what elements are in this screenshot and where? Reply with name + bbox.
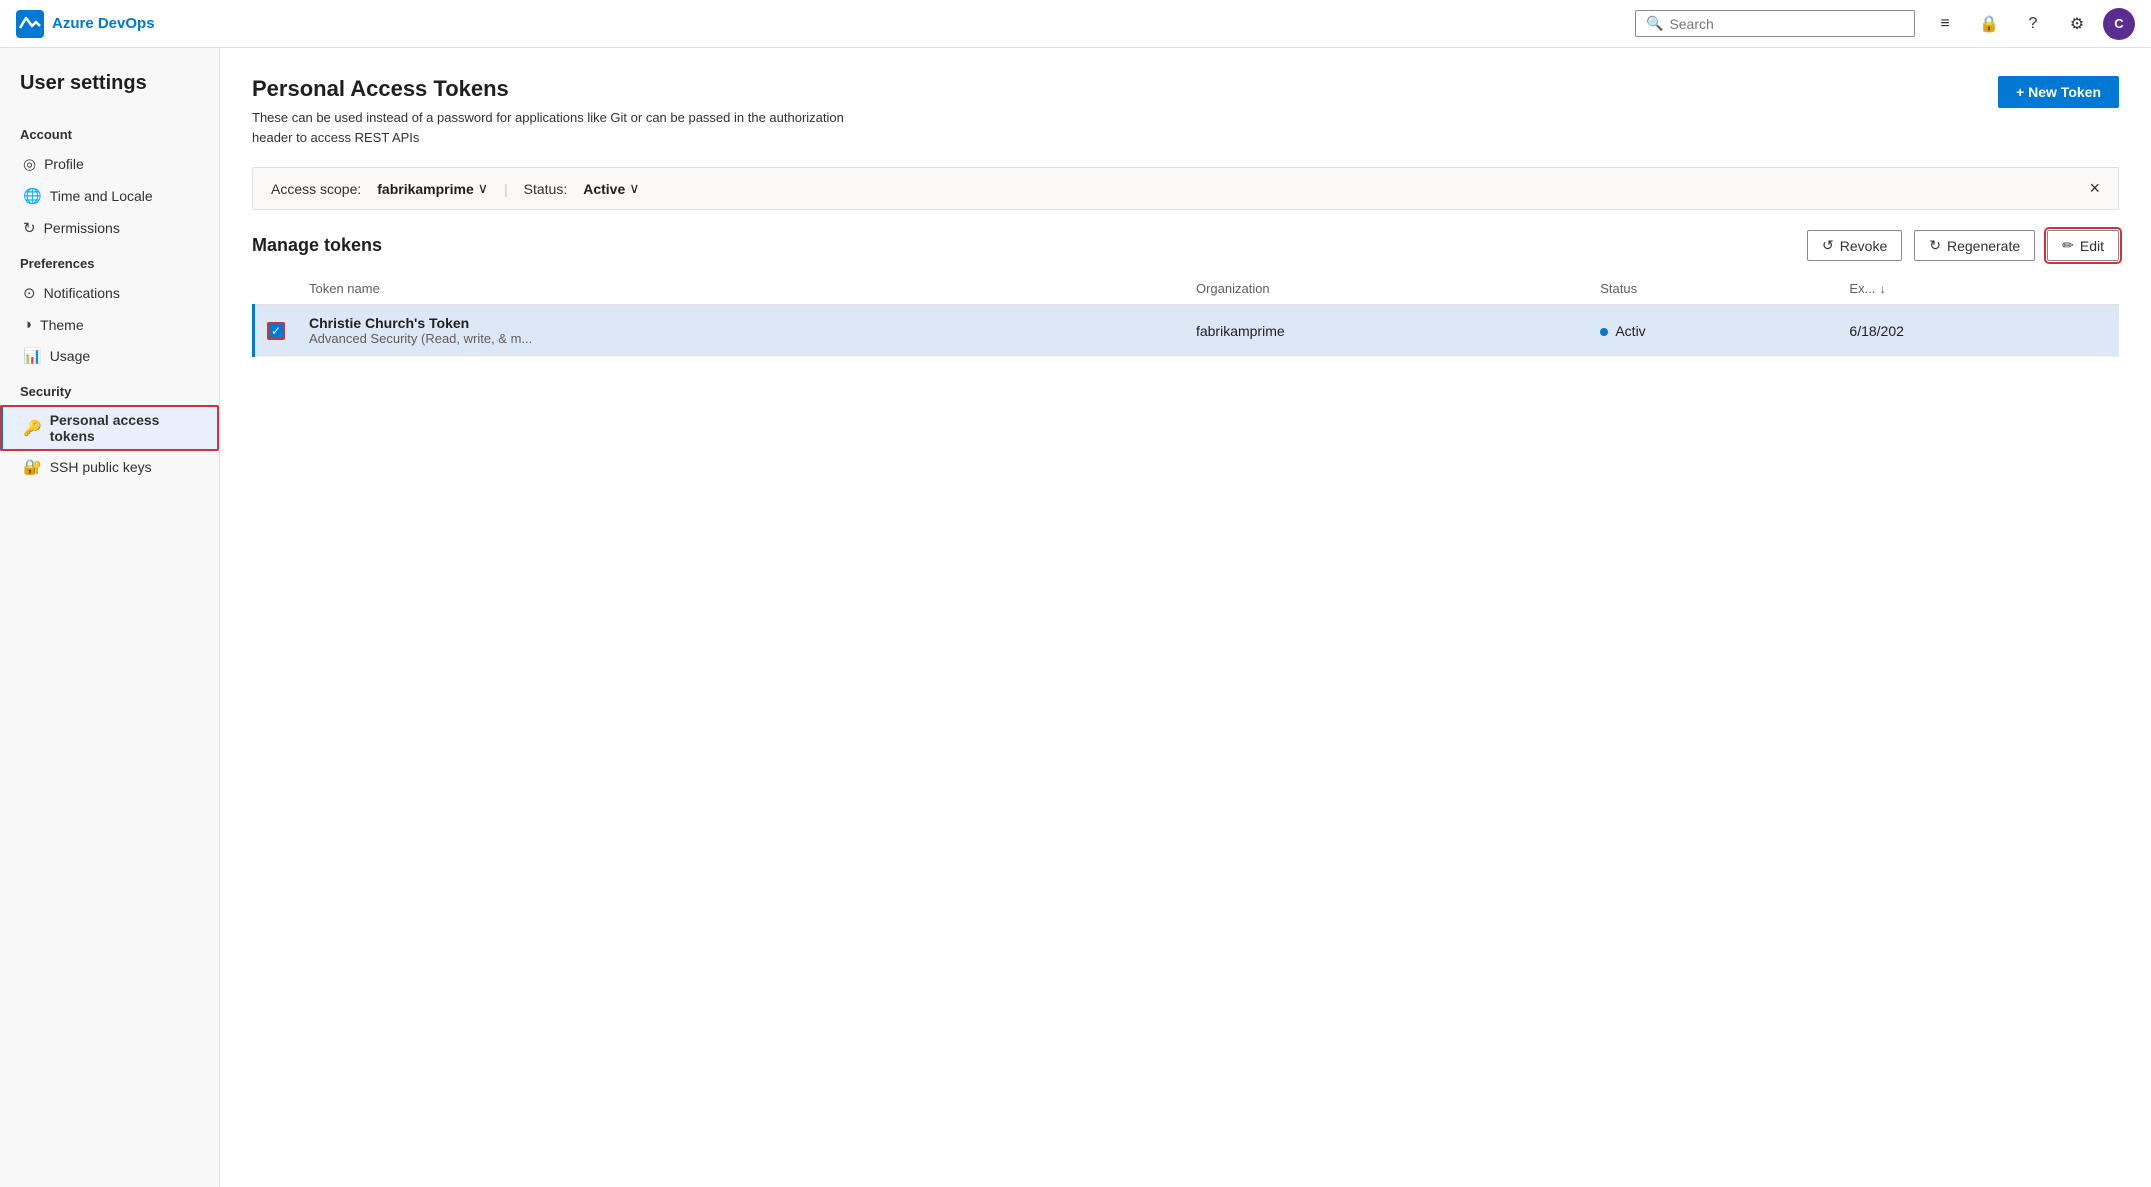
token-name: Christie Church's Token [309,315,1172,331]
row-organization-cell: fabrikamprime [1184,305,1588,357]
row-token-name-cell: Christie Church's Token Advanced Securit… [297,305,1184,357]
ssh-public-keys-icon: 🔐 [23,458,42,476]
avatar[interactable]: C [2103,8,2135,40]
col-expiry[interactable]: Ex... ↓ [1837,273,2119,305]
edit-icon: ✏ [2062,237,2074,254]
new-token-button[interactable]: + New Token [1998,76,2119,108]
search-icon: 🔍 [1646,15,1663,32]
access-scope-label: Access scope: [271,181,361,197]
filter-bar: Access scope: fabrikamprime ∨ | Status: … [252,167,2119,210]
main-content: Personal Access Tokens These can be used… [220,48,2151,1187]
filter-close-button[interactable]: × [2089,178,2100,199]
col-organization: Organization [1184,273,1588,305]
token-table-header-row: Token name Organization Status Ex... ↓ [254,273,2120,305]
sidebar-item-label-time-locale: Time and Locale [50,188,153,204]
access-scope-dropdown[interactable]: fabrikamprime ∨ [377,180,488,197]
access-scope-value: fabrikamprime [377,181,473,197]
lock-icon-button[interactable]: 🔒 [1971,6,2007,42]
page-header-text: Personal Access Tokens These can be used… [252,76,852,147]
table-row[interactable]: ✓ Christie Church's Token Advanced Secur… [254,305,2120,357]
sidebar-item-label-permissions: Permissions [44,220,120,236]
token-table-head: Token name Organization Status Ex... ↓ [254,273,2120,305]
sidebar-item-label-profile: Profile [44,156,84,172]
layout: User settings Account ◎ Profile 🌐 Time a… [0,48,2151,1187]
status-label: Status: [524,181,568,197]
lock-icon: 🔒 [1979,14,1999,34]
sidebar-item-label-ssh-public-keys: SSH public keys [50,459,152,475]
row-checkbox-cell[interactable]: ✓ [254,305,298,357]
expiry-sort: Ex... ↓ [1849,281,2107,296]
sidebar-item-label-personal-access-tokens: Personal access tokens [50,412,199,444]
brand-name: Azure DevOps [52,15,155,32]
sidebar-item-usage[interactable]: 📊 Usage [0,340,219,372]
access-scope-chevron-icon: ∨ [478,180,488,197]
settings-icon-button[interactable]: ⚙ [2059,6,2095,42]
search-box[interactable]: 🔍 [1635,10,1915,37]
edit-button[interactable]: ✏ Edit [2047,230,2119,261]
help-icon: ? [2029,15,2038,33]
topnav-icons: ≡ 🔒 ? ⚙ C [1927,6,2135,42]
sidebar-section-preferences: Preferences [0,244,219,277]
azure-devops-logo-icon [16,10,44,38]
status-dropdown[interactable]: Active ∨ [583,180,639,197]
page-header: Personal Access Tokens These can be used… [252,76,2119,147]
notifications-icon: ⊙ [23,284,36,302]
col-checkbox [254,273,298,305]
theme-icon: ◑ [23,316,32,333]
manage-tokens-header: Manage tokens ↺ Revoke ↻ Regenerate ✏ Ed… [252,230,2119,261]
sidebar-item-ssh-public-keys[interactable]: 🔐 SSH public keys [0,451,219,483]
sidebar-item-profile[interactable]: ◎ Profile [0,148,219,180]
settings-gear-icon: ⚙ [2070,14,2084,34]
sidebar-item-time-locale[interactable]: 🌐 Time and Locale [0,180,219,212]
personal-access-tokens-icon: 🔑 [23,419,42,437]
col-status: Status [1588,273,1837,305]
revoke-icon: ↺ [1822,237,1834,254]
filter-separator: | [504,181,508,197]
token-table-body: ✓ Christie Church's Token Advanced Secur… [254,305,2120,357]
token-desc: Advanced Security (Read, write, & m... [309,331,1172,346]
sidebar-item-permissions[interactable]: ↻ Permissions [0,212,219,244]
help-icon-button[interactable]: ? [2015,6,2051,42]
sidebar: User settings Account ◎ Profile 🌐 Time a… [0,48,220,1187]
col-token-name: Token name [297,273,1184,305]
sidebar-section-account: Account [0,115,219,148]
regenerate-button[interactable]: ↻ Regenerate [1914,230,2035,261]
sidebar-item-notifications[interactable]: ⊙ Notifications [0,277,219,309]
tasks-icon: ≡ [1940,15,1949,33]
sidebar-section-security: Security [0,372,219,405]
sidebar-title: User settings [0,72,219,115]
regenerate-label: Regenerate [1947,238,2020,254]
page-subtitle: These can be used instead of a password … [252,108,852,147]
time-locale-icon: 🌐 [23,187,42,205]
profile-icon: ◎ [23,155,36,173]
regenerate-icon: ↻ [1929,237,1941,254]
row-status-cell: Activ [1588,305,1837,357]
permissions-icon: ↻ [23,219,36,237]
status-chevron-icon: ∨ [629,180,639,197]
token-table: Token name Organization Status Ex... ↓ ✓ [252,273,2119,357]
status-dot-icon [1600,328,1608,336]
page-title: Personal Access Tokens [252,76,852,102]
sidebar-item-label-theme: Theme [40,317,84,333]
row-expiry-cell: 6/18/202 [1837,305,2119,357]
row-checkbox[interactable]: ✓ [267,322,285,340]
sidebar-item-theme[interactable]: ◑ Theme [0,309,219,340]
sidebar-item-label-notifications: Notifications [44,285,120,301]
brand-logo[interactable]: Azure DevOps [16,10,155,38]
status-value: Active [583,181,625,197]
sidebar-item-personal-access-tokens[interactable]: 🔑 Personal access tokens [0,405,219,451]
top-navigation: Azure DevOps 🔍 ≡ 🔒 ? ⚙ C [0,0,2151,48]
search-input[interactable] [1669,16,1904,32]
sidebar-item-label-usage: Usage [50,348,90,364]
edit-label: Edit [2080,238,2104,254]
revoke-button[interactable]: ↺ Revoke [1807,230,1902,261]
tasks-icon-button[interactable]: ≡ [1927,6,1963,42]
usage-icon: 📊 [23,347,42,365]
manage-tokens-title: Manage tokens [252,235,1795,256]
revoke-label: Revoke [1840,238,1887,254]
row-status: Activ [1615,323,1645,339]
sort-icon: ↓ [1879,281,1886,296]
